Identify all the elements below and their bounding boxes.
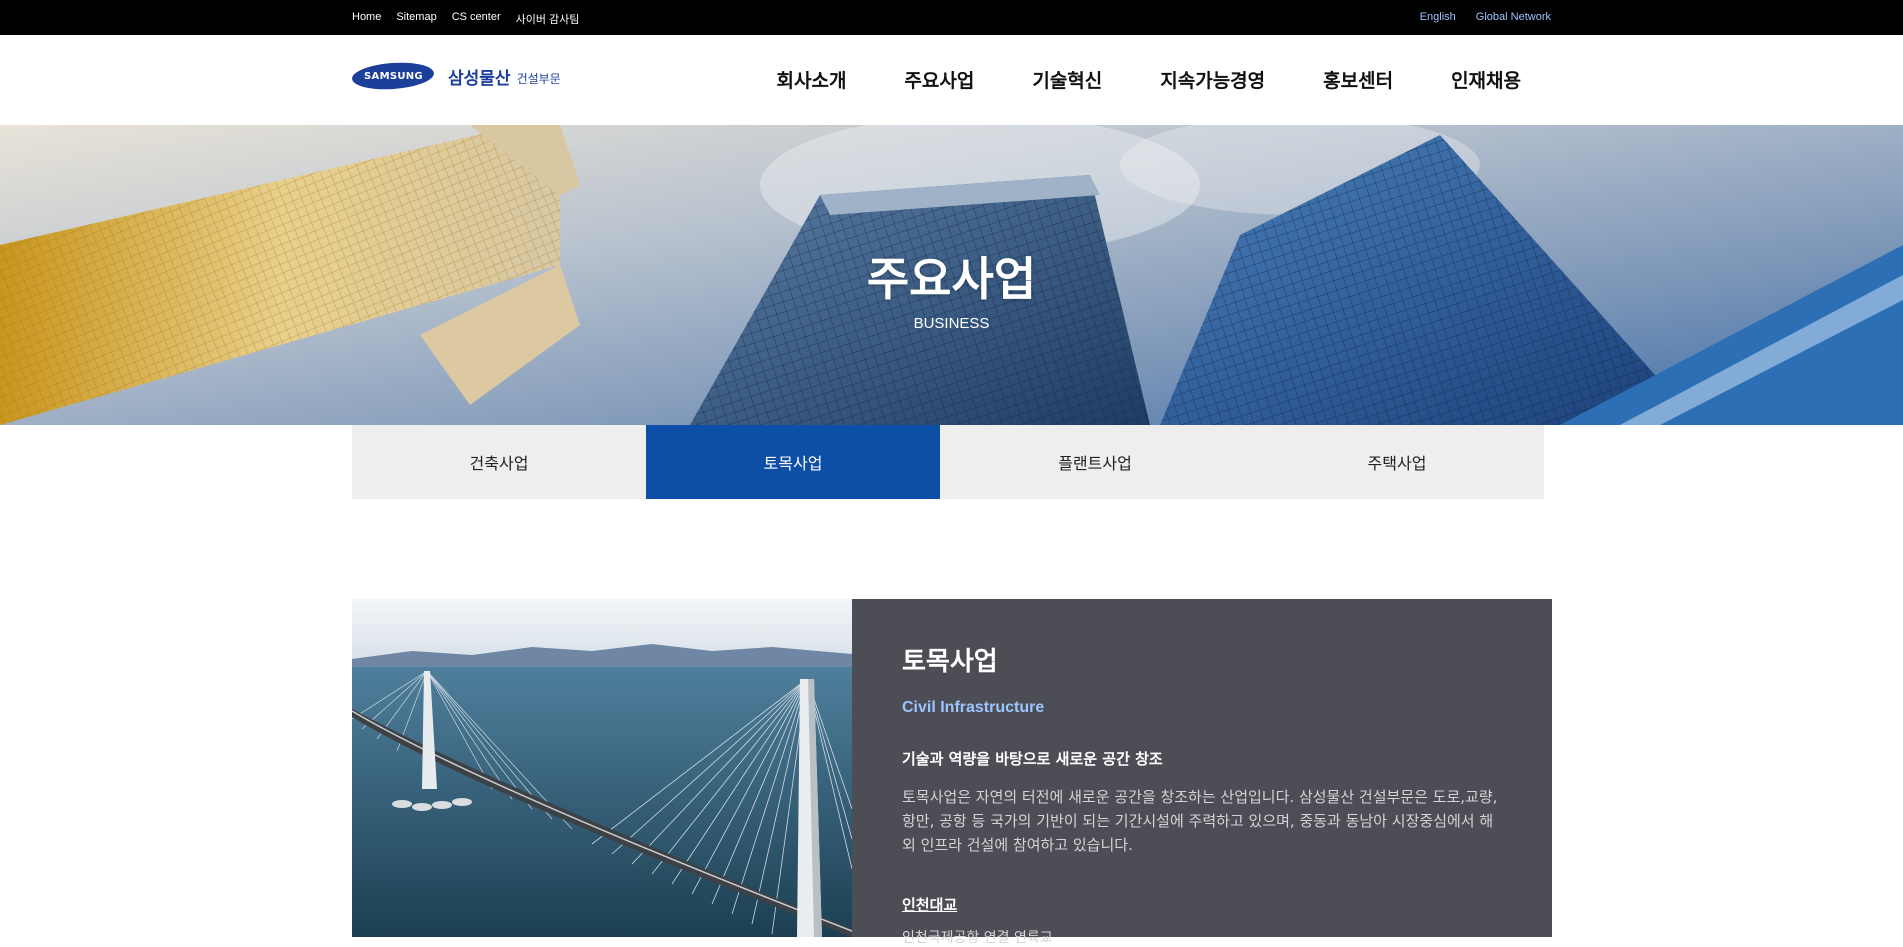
utility-links: Home Sitemap CS center 사이버 감사팀 bbox=[352, 11, 579, 27]
logo-division: 건설부문 bbox=[516, 71, 561, 86]
nav-item-sustainability[interactable]: 지속가능경영 bbox=[1160, 66, 1265, 93]
business-subtitle-en: Civil Infrastructure bbox=[902, 699, 1045, 716]
top-utility-bar: Home Sitemap CS center 사이버 감사팀 English G… bbox=[0, 0, 1903, 35]
logo-company-name: 삼성물산 bbox=[448, 68, 511, 89]
hero-banner: 주요사업 BUSINESS bbox=[0, 125, 1903, 425]
project-description: 인천국제공항 연결 연륙교 bbox=[902, 930, 1053, 946]
business-description: 토목사업은 자연의 터전에 새로운 공간을 창조하는 산업입니다. 삼성물산 건… bbox=[902, 788, 1498, 854]
nav-item-company[interactable]: 회사소개 bbox=[777, 66, 847, 93]
bridge-image bbox=[352, 599, 852, 937]
language-links: English Global Network bbox=[1420, 11, 1551, 23]
nav-item-technology[interactable]: 기술혁신 bbox=[1032, 66, 1102, 93]
nav-item-pr-center[interactable]: 홍보센터 bbox=[1323, 66, 1393, 93]
business-info-panel: 토목사업 Civil Infrastructure 기술과 역량을 바탕으로 새… bbox=[852, 599, 1552, 946]
logo[interactable]: SAMSUNG 삼성물산 건설부문 bbox=[351, 60, 561, 92]
tab-housing[interactable]: 주택사업 bbox=[1250, 425, 1544, 499]
hero-subtitle: BUSINESS bbox=[913, 315, 990, 332]
business-tabs: 건축사업 토목사업 플랜트사업 주택사업 bbox=[352, 425, 1544, 499]
global-network-link[interactable]: Global Network bbox=[1476, 11, 1551, 23]
tab-civil[interactable]: 토목사업 bbox=[646, 425, 940, 499]
bridge-photo bbox=[352, 599, 852, 937]
english-link[interactable]: English bbox=[1420, 11, 1456, 23]
business-title: 토목사업 bbox=[902, 647, 998, 677]
sitemap-link[interactable]: Sitemap bbox=[396, 11, 436, 27]
hero-title: 주요사업 bbox=[866, 252, 1037, 306]
home-link[interactable]: Home bbox=[352, 11, 381, 27]
logo-mark-text: SAMSUNG bbox=[363, 70, 423, 82]
samsung-logo-mark: SAMSUNG bbox=[351, 60, 435, 92]
main-navigation: 회사소개 주요사업 기술혁신 지속가능경영 홍보센터 인재채용 bbox=[777, 66, 1522, 93]
business-content: 토목사업 Civil Infrastructure 기술과 역량을 바탕으로 새… bbox=[352, 599, 1552, 946]
cyber-audit-link[interactable]: 사이버 감사팀 bbox=[516, 11, 580, 27]
cs-center-link[interactable]: CS center bbox=[452, 11, 501, 27]
nav-item-careers[interactable]: 인재채용 bbox=[1451, 66, 1521, 93]
tab-plant[interactable]: 플랜트사업 bbox=[940, 425, 1250, 499]
site-header: SAMSUNG 삼성물산 건설부문 회사소개 주요사업 기술혁신 지속가능경영 … bbox=[0, 35, 1903, 125]
business-lead: 기술과 역량을 바탕으로 새로운 공간 창조 bbox=[902, 750, 1163, 768]
nav-item-business[interactable]: 주요사업 bbox=[904, 66, 974, 93]
tab-architecture[interactable]: 건축사업 bbox=[352, 425, 646, 499]
project-title-link[interactable]: 인천대교 bbox=[902, 894, 1502, 915]
